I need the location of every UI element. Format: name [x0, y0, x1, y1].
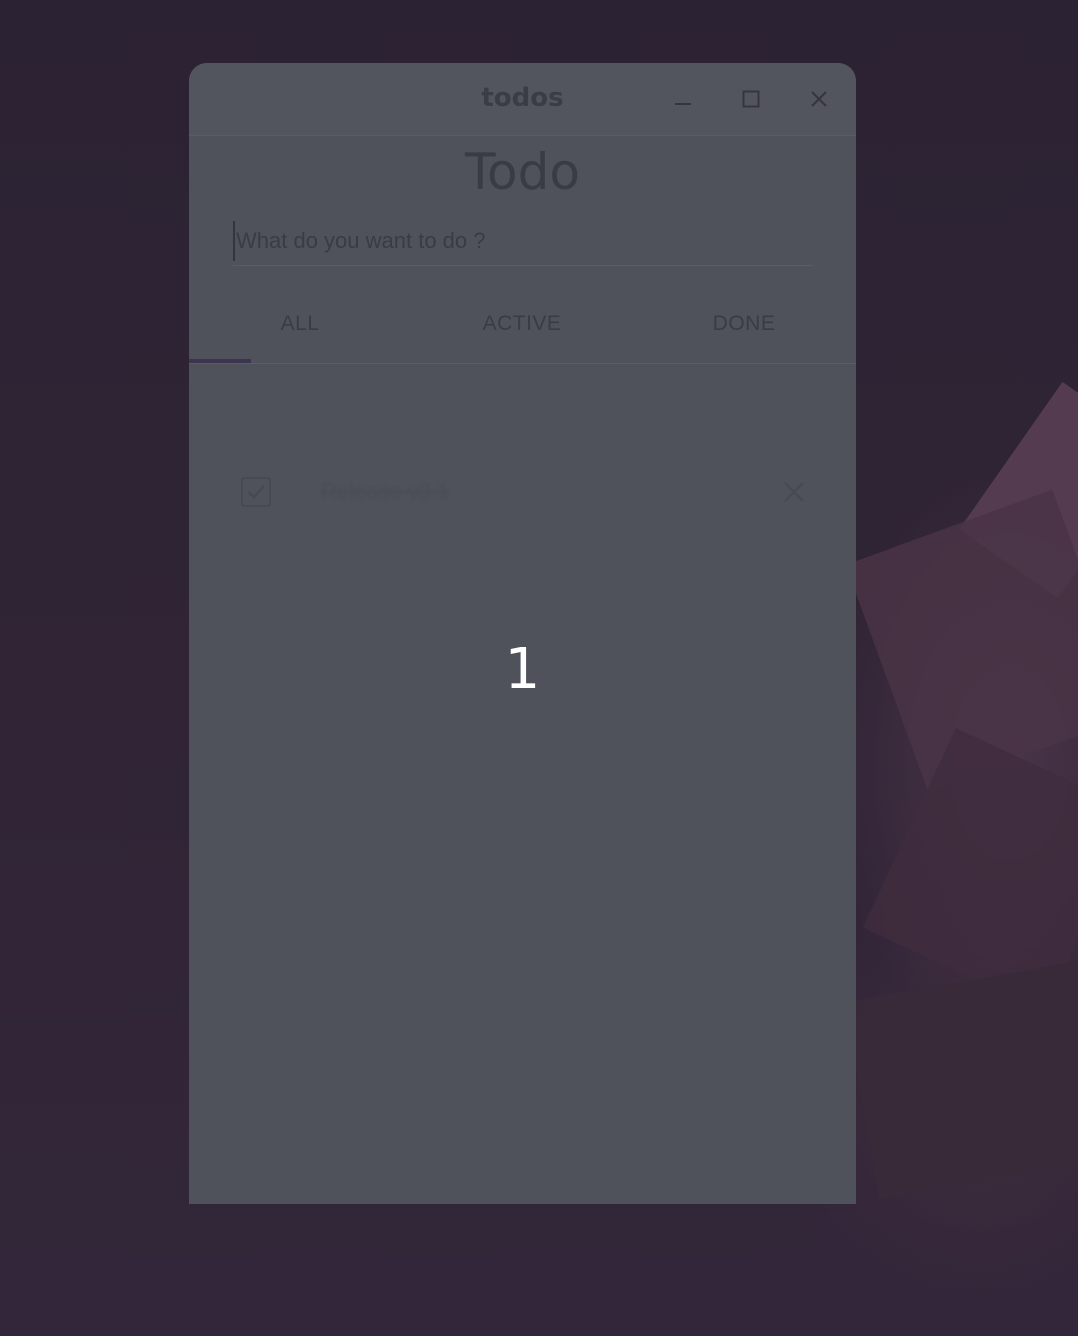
maximize-button[interactable] — [733, 81, 769, 117]
todo-item: Release v3.1 — [229, 463, 829, 523]
new-todo-input[interactable] — [233, 221, 816, 261]
close-icon — [811, 91, 827, 107]
new-todo-field — [233, 221, 816, 266]
tab-all[interactable]: ALL — [189, 285, 411, 363]
checkmark-icon — [247, 485, 265, 499]
tab-label: ALL — [280, 312, 320, 335]
tab-label: DONE — [712, 312, 776, 335]
page-title: Todo — [465, 143, 580, 201]
minimize-button[interactable] — [665, 81, 701, 117]
delete-todo-button[interactable] — [777, 475, 811, 509]
app-window: todos Todo ALL ACTIVE DONE — [189, 63, 856, 1204]
tab-label: ACTIVE — [482, 312, 562, 335]
filter-tabs: ALL ACTIVE DONE — [189, 285, 856, 364]
tab-done[interactable]: DONE — [633, 285, 855, 363]
todo-checkbox[interactable] — [241, 477, 271, 507]
selected-tab-indicator — [189, 359, 251, 363]
minimize-icon — [675, 103, 691, 105]
step-number-overlay: 1 — [504, 637, 541, 702]
delete-icon — [784, 482, 804, 502]
close-button[interactable] — [801, 81, 837, 117]
todo-text: Release v3.1 — [321, 479, 450, 504]
maximize-icon — [742, 90, 760, 108]
tab-active[interactable]: ACTIVE — [411, 285, 633, 363]
wallpaper-shape — [844, 960, 1078, 1200]
window-titlebar[interactable]: todos — [189, 63, 856, 136]
